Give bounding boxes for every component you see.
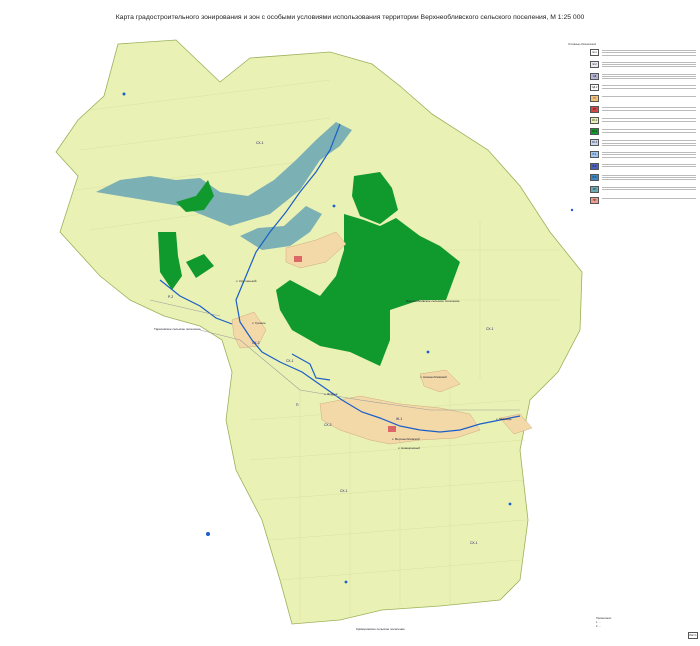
settlement-center	[294, 256, 302, 262]
settlement-label: х. Гремин	[252, 321, 266, 325]
zone-label: СХ-2	[252, 341, 260, 345]
legend-row: Р-3	[590, 173, 696, 182]
legend-swatch: ПП	[590, 196, 599, 204]
settlement-label: х. Новокрасный	[398, 446, 420, 450]
legend-swatch: П	[590, 95, 599, 103]
map-notes: Примечание: 1. ... 2. ...	[596, 617, 691, 629]
legend-row: П	[590, 95, 696, 103]
settlement-label: х. Медведь	[496, 417, 512, 421]
legend-title: Условные обозначения	[568, 43, 597, 46]
settlement-label: х. Кругленький	[236, 279, 257, 283]
legend-row: ПП	[590, 196, 696, 204]
legend-row: ОД-2	[590, 84, 696, 92]
legend-swatch: Ж-1	[590, 49, 599, 56]
zone-label: СХ-1	[286, 359, 294, 363]
zone-label: СХ-1	[470, 541, 478, 545]
legend-swatch: Р-3	[590, 173, 599, 181]
zone-label: СХ-1	[486, 327, 494, 331]
map-legend: Условные обозначения Ж-1 Ж-2 ОД ОД-2 П И…	[568, 43, 696, 208]
legend-swatch: СХ-1	[590, 117, 599, 125]
legend-row: ОД	[590, 72, 696, 81]
legend-row: Р-1	[590, 151, 696, 159]
legend-row: ИТ	[590, 106, 696, 114]
legend-swatch: СХ-2	[590, 128, 599, 136]
note-line: 2. ...	[596, 625, 602, 628]
settlement-label: х. Верхнеобливский	[392, 437, 420, 441]
legend-row: СН	[590, 185, 696, 193]
legend-swatch: ОД-2	[590, 84, 599, 92]
zone-label: Ж-1	[396, 417, 402, 421]
note-line: Примечание:	[596, 617, 612, 620]
legend-swatch: ОД	[590, 72, 599, 80]
note-line: 1. ...	[596, 621, 602, 624]
zone-label: СХ-2	[324, 423, 332, 427]
region-label: Тарасовское сельское поселение	[154, 327, 201, 331]
legend-swatch: ИТ	[590, 106, 599, 114]
settlement-label: х. Ясенев	[324, 392, 338, 396]
legend-swatch: СХ-3	[590, 139, 599, 147]
sheet-number: Лист 1	[688, 632, 698, 639]
legend-row: Ж-1	[590, 49, 696, 57]
zone-label: СХ-1	[256, 141, 264, 145]
settlement-label: х. Нижнеобливский	[420, 375, 447, 379]
zone-label: Р-2	[168, 295, 173, 299]
legend-swatch: Р-1	[590, 151, 599, 158]
legend-swatch: СН	[590, 185, 599, 193]
legend-swatch: Ж-2	[590, 60, 599, 68]
region-label: Верхнеобливское сельское поселение	[406, 299, 460, 303]
legend-row: СХ-2	[590, 128, 696, 136]
legend-row: СХ-1	[590, 117, 696, 125]
settlement-center-2	[388, 426, 396, 432]
zone-label: СХ-1	[340, 489, 348, 493]
legend-row: Ж-2	[590, 60, 696, 69]
legend-row: Р-2	[590, 162, 696, 170]
legend-swatch: Р-2	[590, 162, 599, 170]
legend-row: СХ-3	[590, 139, 696, 147]
region-label: Криворожское сельское поселение	[356, 627, 405, 631]
